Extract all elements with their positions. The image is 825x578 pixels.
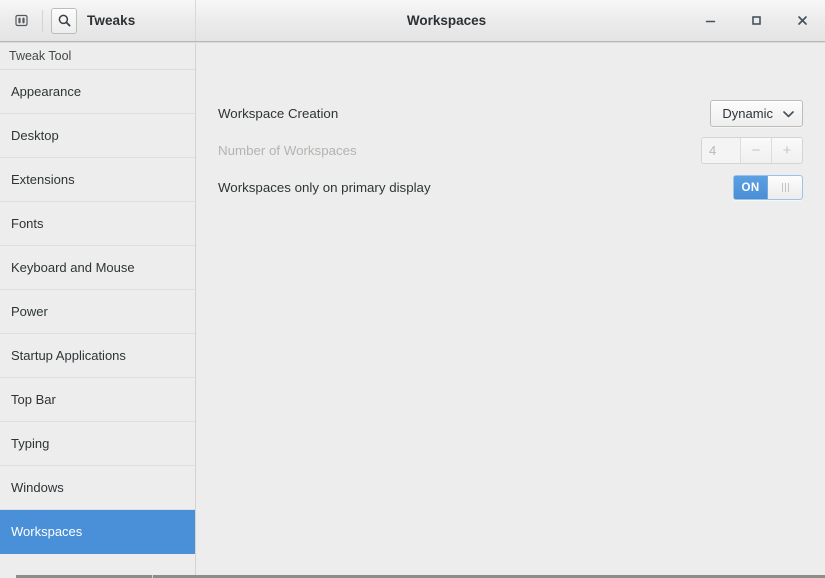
titlebar-left-section: Tweaks: [0, 0, 196, 41]
sidebar-item-appearance[interactable]: Appearance: [0, 70, 195, 114]
sidebar-item-label: Top Bar: [11, 392, 56, 407]
sidebar-item-power[interactable]: Power: [0, 290, 195, 334]
sidebar-item-label: Desktop: [11, 128, 59, 143]
panel-toggle-icon[interactable]: [8, 8, 34, 34]
stepper-value[interactable]: 4: [702, 138, 740, 163]
titlebar-center-section: Workspaces: [196, 0, 697, 41]
window-title: Workspaces: [406, 13, 487, 28]
primary-display-toggle[interactable]: ON: [733, 175, 803, 200]
workspace-creation-dropdown[interactable]: Dynamic: [710, 100, 803, 127]
sidebar-item-label: Fonts: [11, 216, 44, 231]
search-icon[interactable]: [51, 7, 77, 34]
tweaks-window: Tweaks Workspaces Tweak Tool Appearance …: [0, 0, 825, 578]
sidebar-list: Appearance Desktop Extensions Fonts Keyboard…: [0, 70, 195, 578]
maximize-button[interactable]: [743, 8, 769, 34]
preference-row: Workspace Creation Dynamic: [218, 95, 803, 132]
sidebar-item-desktop[interactable]: Desktop: [0, 114, 195, 158]
sidebar-header: Tweak Tool: [0, 43, 195, 70]
sidebar-item-label: Windows: [11, 480, 64, 495]
sidebar-item-label: Power: [11, 304, 48, 319]
sidebar-item-extensions[interactable]: Extensions: [0, 158, 195, 202]
sidebar-item-label: Appearance: [11, 84, 82, 99]
window-controls: [697, 0, 825, 41]
close-button[interactable]: [789, 8, 815, 34]
sidebar: Tweak Tool Appearance Desktop Extensions Fo…: [0, 43, 196, 578]
window-body: Tweak Tool Appearance Desktop Extensions Fo…: [0, 42, 825, 578]
toggle-state-label: ON: [734, 176, 767, 199]
sidebar-item-partial[interactable]: [0, 554, 195, 576]
chevron-down-icon: [783, 106, 794, 121]
sidebar-item-typing[interactable]: Typing: [0, 422, 195, 466]
toggle-knob[interactable]: [767, 176, 802, 199]
sidebar-item-windows[interactable]: Windows: [0, 466, 195, 510]
titlebar: Tweaks Workspaces: [0, 0, 825, 42]
titlebar-separator: [42, 9, 43, 32]
preference-label: Workspaces only on primary display: [218, 180, 431, 195]
preference-row: Number of Workspaces 4− +: [218, 132, 803, 169]
sidebar-item-label: Typing: [11, 436, 50, 451]
preference-label: Workspace Creation: [218, 106, 339, 121]
preferences-panel: Workspace Creation Dynamic Number of Works…: [196, 43, 825, 578]
stepper-plus-button[interactable]: +: [771, 138, 802, 163]
preference-label: Number of Workspaces: [218, 143, 357, 158]
sidebar-item-label: Startup Applications: [11, 348, 126, 363]
app-name: Tweaks: [87, 13, 136, 28]
sidebar-item-fonts[interactable]: Fonts: [0, 202, 195, 246]
dropdown-value: Dynamic: [722, 106, 773, 121]
sidebar-item-label: Keyboard and Mouse: [11, 260, 135, 275]
sidebar-item-workspaces[interactable]: Workspaces: [0, 510, 195, 554]
sidebar-item-startup-applications[interactable]: Startup Applications: [0, 334, 195, 378]
sidebar-item-label: Workspaces: [11, 524, 83, 539]
sidebar-item-top-bar[interactable]: Top Bar: [0, 378, 195, 422]
stepper-minus-button[interactable]: −: [740, 138, 771, 163]
number-of-workspaces-stepper[interactable]: 4− +: [701, 137, 803, 164]
preference-row: Workspaces only on primary display ON: [218, 169, 803, 206]
sidebar-item-keyboard-and-mouse[interactable]: Keyboard and Mouse: [0, 246, 195, 290]
minimize-button[interactable]: [697, 8, 723, 34]
sidebar-item-label: Extensions: [11, 172, 75, 187]
